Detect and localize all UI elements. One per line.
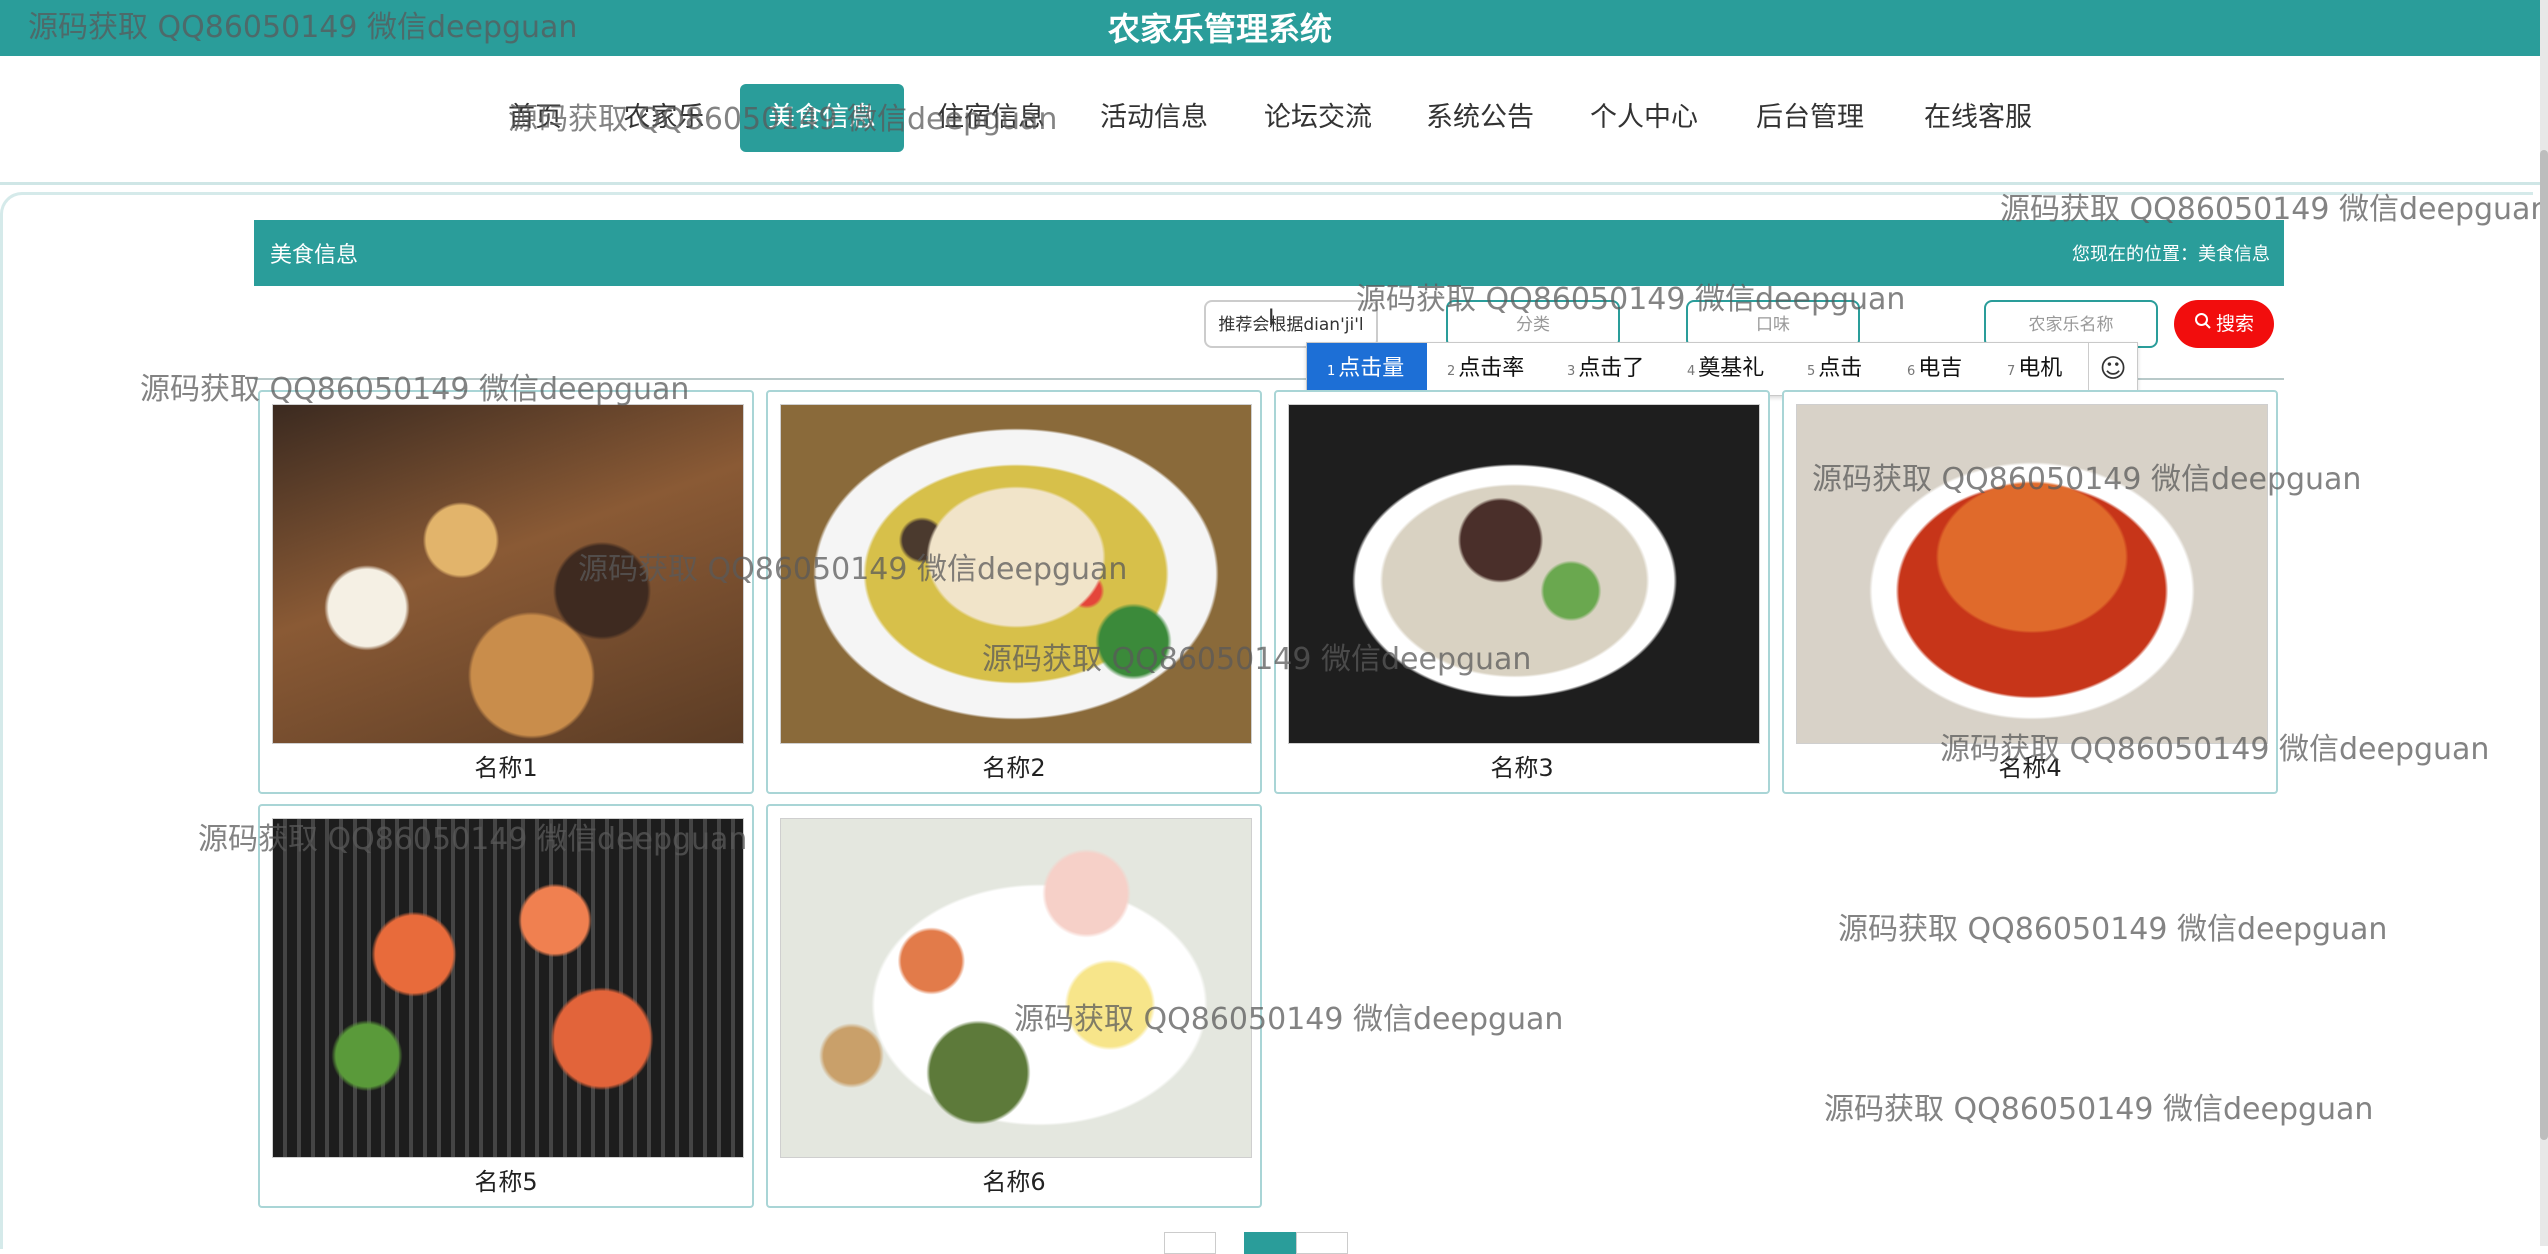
- food-name: 名称3: [1490, 754, 1554, 782]
- recommend-input[interactable]: 推荐会根据dian'ji'l: [1204, 300, 1378, 348]
- nav-item-home[interactable]: 首页: [505, 84, 565, 152]
- breadcrumb: 您现在的位置：美食信息: [2072, 244, 2270, 265]
- nav-item-farmstay[interactable]: 农家乐: [620, 84, 708, 152]
- nav-item-lodging[interactable]: 住宿信息: [935, 84, 1047, 152]
- search-button-label: 搜索: [2215, 313, 2254, 335]
- ime-candidate-7[interactable]: 7 电机: [2007, 343, 2087, 395]
- food-name: 名称4: [1998, 754, 2062, 782]
- food-image: [272, 818, 744, 1158]
- pager-next-button[interactable]: [1296, 1232, 1348, 1254]
- ime-candidate-1[interactable]: 1 点击量: [1307, 343, 1427, 395]
- app-title: 农家乐管理系统: [1107, 10, 1332, 48]
- ime-candidate-2[interactable]: 2 点击率: [1447, 343, 1557, 395]
- top-header-bar: 农家乐管理系统: [0, 0, 2540, 56]
- page-scrollbar[interactable]: [2540, 0, 2548, 1246]
- food-card[interactable]: 名称4: [1782, 390, 2278, 794]
- food-image: [272, 404, 744, 744]
- pager-page-button[interactable]: [1244, 1232, 1296, 1254]
- pager-prev-button[interactable]: [1164, 1232, 1216, 1254]
- food-image: [1288, 404, 1760, 744]
- main-nav: 首页 农家乐 美食信息 住宿信息 活动信息 论坛交流 系统公告 个人中心 后台管…: [0, 56, 2540, 185]
- nav-item-service[interactable]: 在线客服: [1922, 84, 2034, 152]
- nav-item-profile[interactable]: 个人中心: [1588, 84, 1700, 152]
- ime-candidate-5[interactable]: 5 点击: [1807, 343, 1897, 395]
- farmstay-name-input[interactable]: 农家乐名称: [1984, 300, 2158, 348]
- food-card[interactable]: 名称6: [766, 804, 1262, 1208]
- nav-item-food[interactable]: 美食信息: [740, 84, 904, 152]
- section-header: 美食信息 您现在的位置：美食信息: [254, 220, 2284, 286]
- taste-input[interactable]: 口味: [1686, 300, 1860, 348]
- nav-item-notice[interactable]: 系统公告: [1424, 84, 1536, 152]
- nav-item-forum[interactable]: 论坛交流: [1262, 84, 1374, 152]
- ime-candidate-bar: 1 点击量 2 点击率 3 点击了 4 奠基礼 5 点击 6 电吉 7 电机 ☺: [1306, 342, 2138, 396]
- category-input[interactable]: 分类: [1446, 300, 1620, 348]
- ime-candidate-6[interactable]: 6 电吉: [1907, 343, 1997, 395]
- scrollbar-thumb[interactable]: [2540, 150, 2548, 1140]
- food-image: [780, 818, 1252, 1158]
- emoji-icon[interactable]: ☺: [2088, 343, 2137, 395]
- food-card[interactable]: 名称3: [1274, 390, 1770, 794]
- ime-candidate-4[interactable]: 4 奠基礼: [1687, 343, 1797, 395]
- food-image: [780, 404, 1252, 744]
- text-cursor-icon: I: [1268, 306, 1275, 331]
- section-title: 美食信息: [270, 243, 359, 268]
- food-name: 名称6: [982, 1168, 1046, 1196]
- nav-item-activity[interactable]: 活动信息: [1098, 84, 1210, 152]
- search-button[interactable]: 搜索: [2174, 300, 2274, 348]
- food-card[interactable]: 名称2: [766, 390, 1262, 794]
- food-image: [1796, 404, 2268, 744]
- food-name: 名称1: [474, 754, 538, 782]
- search-icon: [2194, 300, 2212, 348]
- food-name: 名称2: [982, 754, 1046, 782]
- nav-item-admin[interactable]: 后台管理: [1754, 84, 1866, 152]
- food-card[interactable]: 名称5: [258, 804, 754, 1208]
- ime-candidate-3[interactable]: 3 点击了: [1567, 343, 1677, 395]
- food-name: 名称5: [474, 1168, 538, 1196]
- food-card[interactable]: 名称1: [258, 390, 754, 794]
